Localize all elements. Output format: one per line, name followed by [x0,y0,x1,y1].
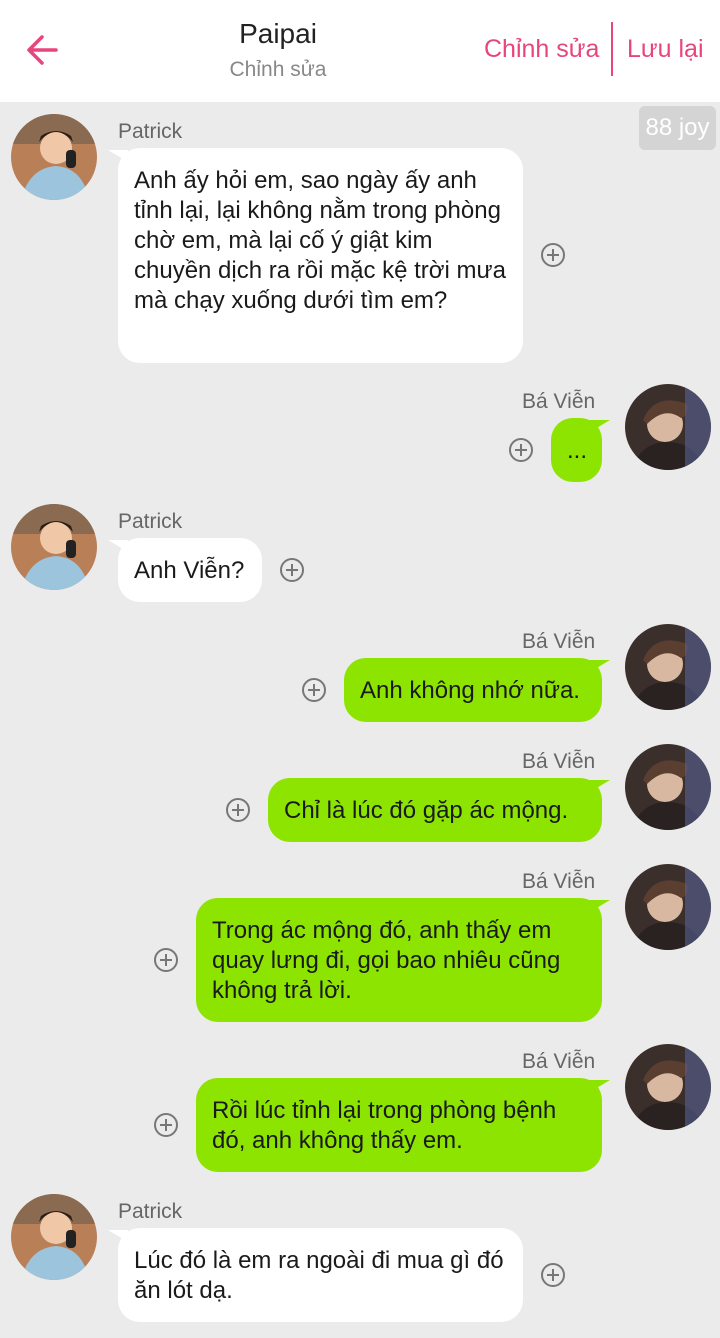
avatar-patrick[interactable] [11,114,97,200]
message-bubble[interactable]: Anh ấy hỏi em, sao ngày ấy anh tỉnh lại,… [118,148,523,363]
avatar-ba-vien[interactable] [625,1044,711,1130]
app-header: Paipai Chỉnh sửa Chỉnh sửa Lưu lại [0,0,720,102]
message-bubble[interactable]: Rồi lúc tỉnh lại trong phòng bệnh đó, an… [196,1078,602,1172]
chat-subtitle: Chỉnh sửa [229,58,327,81]
sender-name: Patrick [118,510,183,533]
avatar-patrick[interactable] [11,1194,97,1280]
sender-name: Bá Viễn [522,870,596,893]
add-reaction-icon[interactable] [301,677,327,703]
add-reaction-icon[interactable] [225,797,251,823]
message-bubble[interactable]: Anh không nhớ nữa. [344,658,602,722]
back-arrow-icon[interactable] [22,30,62,70]
sender-name: Bá Viễn [522,1050,596,1073]
sender-name: Patrick [118,1200,183,1223]
message-bubble[interactable]: Chỉ là lúc đó gặp ác mộng. [268,778,602,842]
avatar-ba-vien[interactable] [625,864,711,950]
sender-name: Bá Viễn [522,390,596,413]
edit-button[interactable]: Chỉnh sửa [484,35,599,64]
add-reaction-icon[interactable] [279,557,305,583]
joy-badge: 88 joy [639,106,716,150]
sender-name: Bá Viễn [522,750,596,773]
chat-title: Paipai [239,18,317,49]
sender-name: Bá Viễn [522,630,596,653]
add-reaction-icon[interactable] [540,242,566,268]
avatar-patrick[interactable] [11,504,97,590]
add-reaction-icon[interactable] [540,1262,566,1288]
message-bubble[interactable]: Trong ác mộng đó, anh thấy em quay lưng … [196,898,602,1022]
header-divider [611,22,613,76]
add-reaction-icon[interactable] [153,1112,179,1138]
save-button[interactable]: Lưu lại [627,35,704,64]
avatar-ba-vien[interactable] [625,744,711,830]
avatar-ba-vien[interactable] [625,384,711,470]
message-bubble[interactable]: Anh Viễn? [118,538,262,602]
message-bubble[interactable]: ... [551,418,602,482]
add-reaction-icon[interactable] [508,437,534,463]
add-reaction-icon[interactable] [153,947,179,973]
message-bubble[interactable]: Lúc đó là em ra ngoài đi mua gì đó ăn ló… [118,1228,523,1322]
avatar-ba-vien[interactable] [625,624,711,710]
sender-name: Patrick [118,120,183,143]
